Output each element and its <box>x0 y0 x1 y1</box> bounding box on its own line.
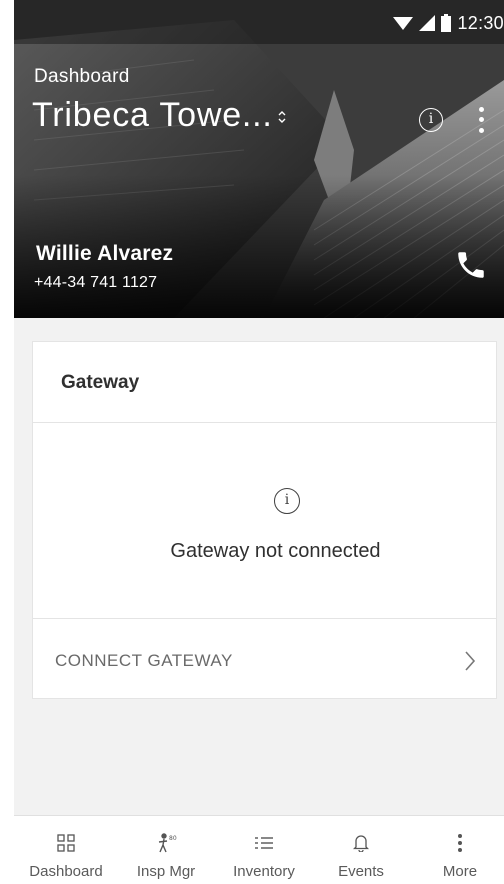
list-icon <box>255 833 273 853</box>
nav-label: Inventory <box>233 863 295 880</box>
contact-phone: +44-34 741 1127 <box>34 274 158 291</box>
gateway-status-message: Gateway not connected <box>170 540 381 562</box>
site-name: Tribeca Towe... <box>32 96 273 134</box>
nav-label: More <box>442 863 478 880</box>
gateway-card: Gateway i Gateway not connected CONNECT … <box>32 341 497 699</box>
card-title: Gateway <box>61 372 140 393</box>
info-icon[interactable]: i <box>419 108 443 132</box>
grid-icon <box>57 833 75 853</box>
nav-item-insp-mgr[interactable]: 80 Insp Mgr <box>122 816 210 884</box>
site-header: 12:30 Dashboard Tribeca Towe... i Willie… <box>14 0 504 318</box>
connect-gateway-button[interactable]: CONNECT GATEWAY <box>33 619 496 699</box>
nav-label: Insp Mgr <box>136 863 196 880</box>
info-icon: i <box>274 488 300 514</box>
site-selector[interactable]: Tribeca Towe... <box>32 96 287 135</box>
nav-item-more[interactable]: More <box>420 816 500 884</box>
nav-item-events[interactable]: Events <box>320 816 402 884</box>
more-vert-icon[interactable] <box>474 104 488 136</box>
site-switcher-icon <box>277 110 287 124</box>
divider <box>33 422 496 423</box>
status-bar: 12:30 <box>14 0 504 44</box>
wifi-icon <box>393 17 414 30</box>
connect-gateway-label: CONNECT GATEWAY <box>55 651 233 670</box>
app-screen: 12:30 Dashboard Tribeca Towe... i Willie… <box>14 0 504 884</box>
chevron-right-icon <box>465 651 476 671</box>
phone-icon[interactable] <box>454 248 488 282</box>
signal-icon <box>419 15 436 31</box>
more-vert-icon <box>457 833 463 853</box>
breadcrumb: Dashboard <box>34 66 130 87</box>
contact-name: Willie Alvarez <box>36 242 174 265</box>
bottom-nav: Dashboard 80 Insp Mgr Inventory Events M… <box>14 815 504 884</box>
nav-item-dashboard[interactable]: Dashboard <box>14 816 118 884</box>
building-background-image <box>14 0 504 318</box>
nav-label: Dashboard <box>29 863 103 880</box>
bell-icon <box>353 833 369 853</box>
battery-icon <box>441 14 452 32</box>
svg-text:80: 80 <box>169 835 177 842</box>
inspector-icon: 80 <box>155 833 177 853</box>
status-time: 12:30 <box>457 12 504 33</box>
nav-label: Events <box>338 863 384 880</box>
nav-item-inventory[interactable]: Inventory <box>214 816 314 884</box>
